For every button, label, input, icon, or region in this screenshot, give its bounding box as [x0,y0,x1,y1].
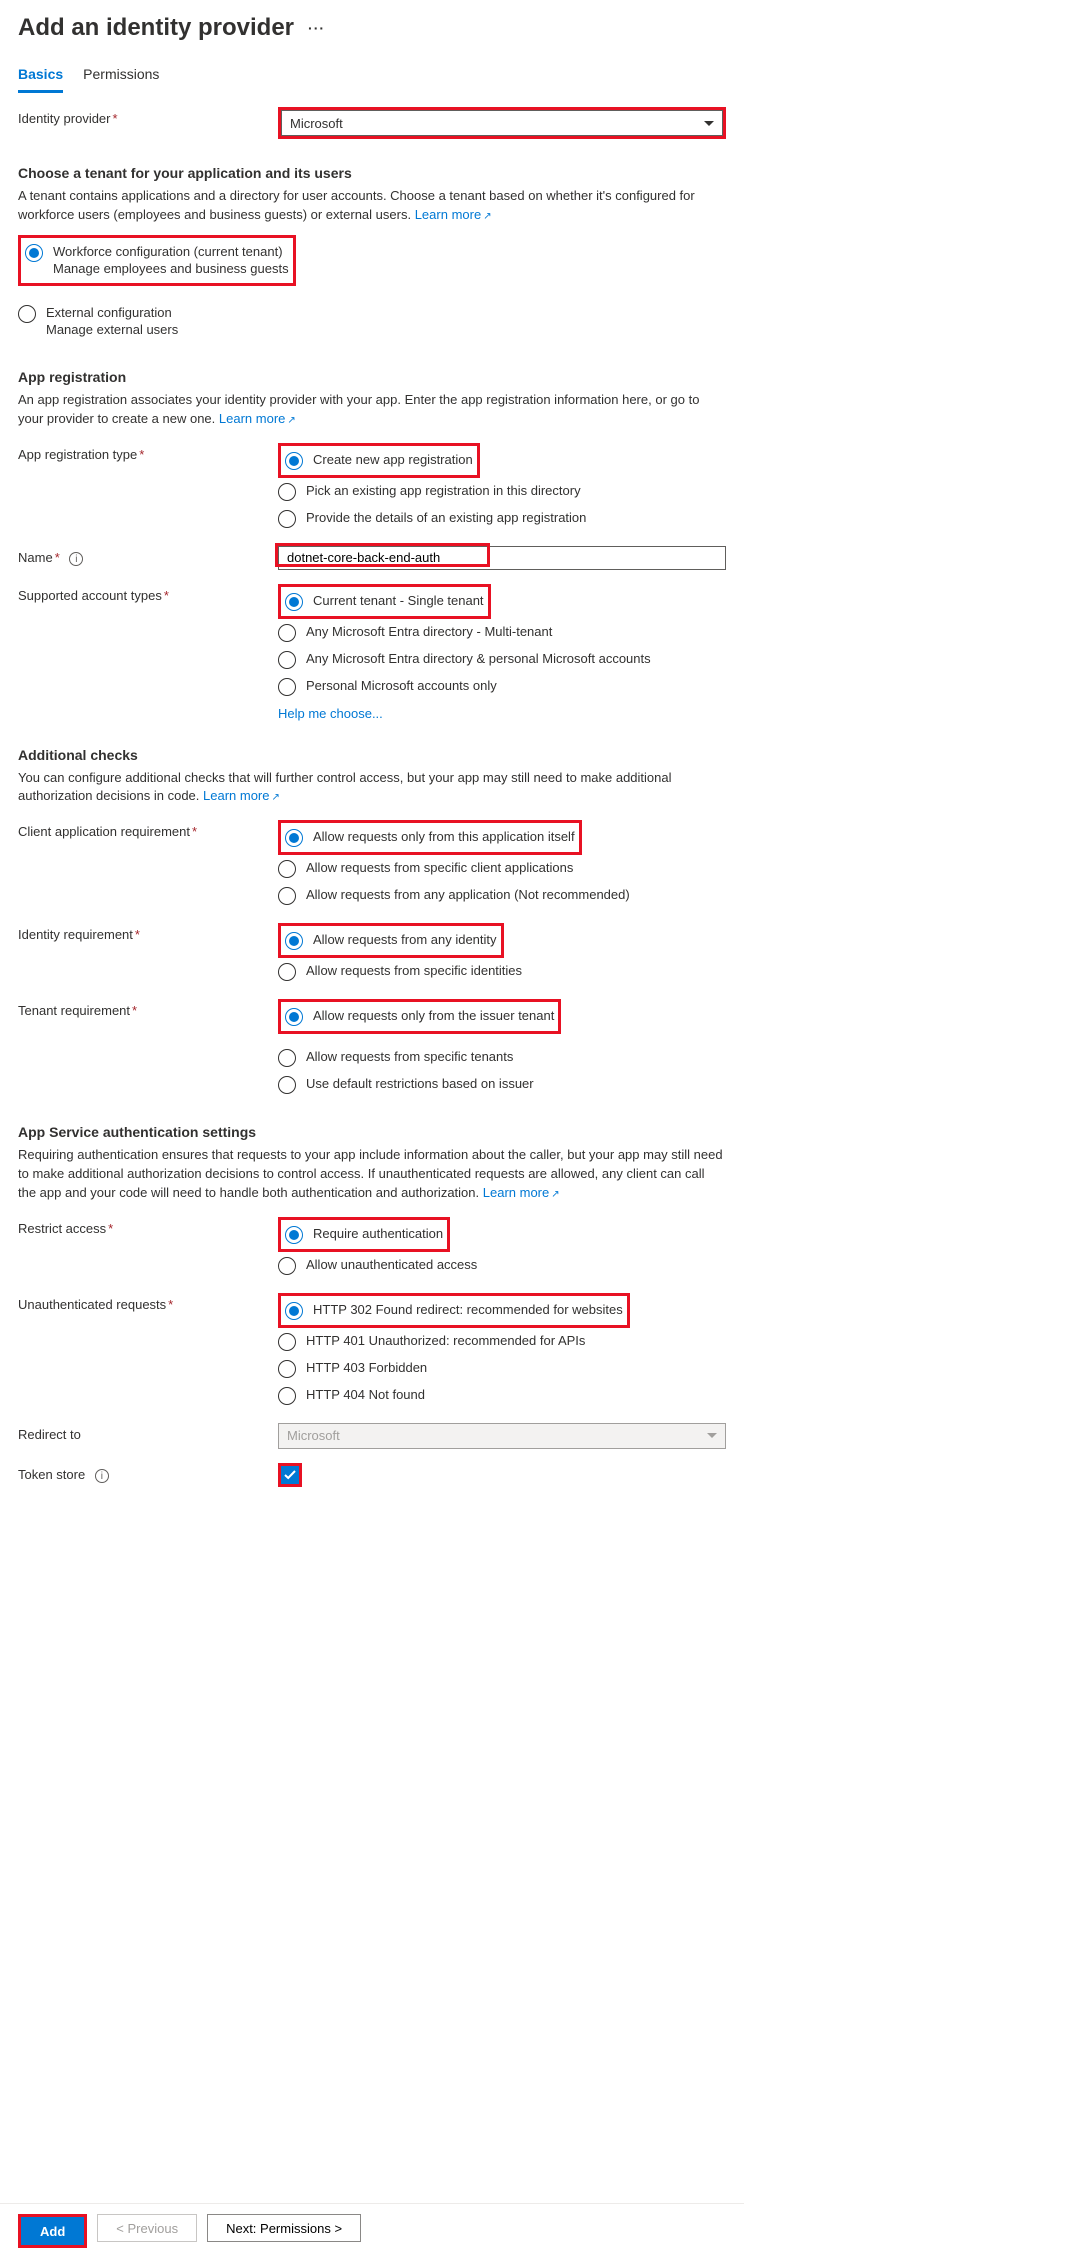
acct-multi-radio[interactable]: Any Microsoft Entra directory - Multi-te… [278,619,726,646]
radio-icon [25,244,43,262]
checks-desc: You can configure additional checks that… [18,769,726,807]
radio-icon [285,1226,303,1244]
tenant-workforce-radio[interactable]: Workforce configuration (current tenant)… [25,239,289,282]
client-any-radio[interactable]: Allow requests from any application (Not… [278,882,726,909]
external-link-icon: ↗ [272,792,280,803]
app-reg-type-label: App registration type* [18,443,278,462]
restrict-allow-radio[interactable]: Allow unauthenticated access [278,1252,726,1279]
acct-personal-radio[interactable]: Any Microsoft Entra directory & personal… [278,646,726,673]
unauth-401-radio[interactable]: HTTP 401 Unauthorized: recommended for A… [278,1328,726,1355]
identity-provider-label: Identity provider* [18,107,278,126]
client-req-label: Client application requirement* [18,820,278,839]
radio-icon [278,651,296,669]
radio-icon [285,932,303,950]
app-reg-pick-radio[interactable]: Pick an existing app registration in thi… [278,478,726,505]
radio-icon [278,510,296,528]
app-reg-details-radio[interactable]: Provide the details of an existing app r… [278,505,726,532]
tenant-issuer-radio[interactable]: Allow requests only from the issuer tena… [285,1003,554,1030]
unauth-404-radio[interactable]: HTTP 404 Not found [278,1382,726,1409]
radio-icon [285,1302,303,1320]
page-title: Add an identity provider ··· [18,14,726,42]
restrict-require-radio[interactable]: Require authentication [285,1221,443,1248]
client-self-radio[interactable]: Allow requests only from this applicatio… [285,824,575,851]
radio-icon [278,1076,296,1094]
token-store-checkbox[interactable] [281,1466,299,1484]
radio-icon [285,452,303,470]
check-icon [284,1469,296,1481]
auth-desc: Requiring authentication ensures that re… [18,1146,726,1203]
name-input[interactable] [278,546,726,570]
radio-icon [285,829,303,847]
radio-icon [278,1257,296,1275]
acct-msonly-radio[interactable]: Personal Microsoft accounts only [278,673,726,700]
identity-any-radio[interactable]: Allow requests from any identity [285,927,497,954]
radio-icon [278,887,296,905]
previous-button: < Previous [97,2214,197,2242]
redirect-to-select: Microsoft [278,1423,726,1449]
account-types-label: Supported account types* [18,584,278,603]
tab-bar: Basics Permissions [18,60,726,93]
app-reg-title: App registration [18,369,726,385]
checks-title: Additional checks [18,747,726,763]
next-button[interactable]: Next: Permissions > [207,2214,361,2242]
tenant-section-title: Choose a tenant for your application and… [18,165,726,181]
more-icon[interactable]: ··· [308,20,325,36]
external-link-icon: ↗ [287,415,295,426]
tab-basics[interactable]: Basics [18,60,63,93]
add-button[interactable]: Add [21,2217,84,2245]
external-link-icon: ↗ [483,211,491,222]
radio-icon [278,1360,296,1378]
tenant-learn-more-link[interactable]: Learn more↗ [415,207,492,222]
radio-icon [18,305,36,323]
footer-bar: Add < Previous Next: Permissions > [0,2203,744,2258]
radio-icon [285,1008,303,1026]
unauth-label: Unauthenticated requests* [18,1293,278,1312]
radio-icon [278,483,296,501]
radio-icon [278,1049,296,1067]
unauth-403-radio[interactable]: HTTP 403 Forbidden [278,1355,726,1382]
radio-icon [278,624,296,642]
redirect-to-label: Redirect to [18,1423,278,1442]
restrict-access-label: Restrict access* [18,1217,278,1236]
identity-provider-select[interactable]: Microsoft [281,110,723,136]
tenant-req-label: Tenant requirement* [18,999,278,1018]
identity-req-label: Identity requirement* [18,923,278,942]
tenant-default-radio[interactable]: Use default restrictions based on issuer [278,1071,726,1098]
external-link-icon: ↗ [551,1189,559,1200]
tenant-external-radio[interactable]: External configuration Manage external u… [18,300,726,343]
radio-icon [278,963,296,981]
chevron-down-icon [704,121,714,126]
acct-single-radio[interactable]: Current tenant - Single tenant [285,588,484,615]
radio-icon [278,1333,296,1351]
app-reg-desc: An app registration associates your iden… [18,391,726,429]
info-icon[interactable]: i [95,1469,109,1483]
radio-icon [285,593,303,611]
tenant-specific-radio[interactable]: Allow requests from specific tenants [278,1044,726,1071]
info-icon[interactable]: i [69,552,83,566]
unauth-302-radio[interactable]: HTTP 302 Found redirect: recommended for… [285,1297,623,1324]
auth-learn-more-link[interactable]: Learn more↗ [483,1185,560,1200]
client-specific-radio[interactable]: Allow requests from specific client appl… [278,855,726,882]
token-store-label: Token store i [18,1463,278,1484]
app-reg-new-radio[interactable]: Create new app registration [285,447,473,474]
radio-icon [278,860,296,878]
radio-icon [278,1387,296,1405]
name-label: Name* i [18,546,278,567]
identity-specific-radio[interactable]: Allow requests from specific identities [278,958,726,985]
auth-title: App Service authentication settings [18,1124,726,1140]
tab-permissions[interactable]: Permissions [83,60,159,93]
radio-icon [278,678,296,696]
tenant-section-desc: A tenant contains applications and a dir… [18,187,726,225]
app-reg-learn-more-link[interactable]: Learn more↗ [219,411,296,426]
chevron-down-icon [707,1433,717,1438]
help-choose-link[interactable]: Help me choose... [278,706,383,721]
checks-learn-more-link[interactable]: Learn more↗ [203,788,280,803]
